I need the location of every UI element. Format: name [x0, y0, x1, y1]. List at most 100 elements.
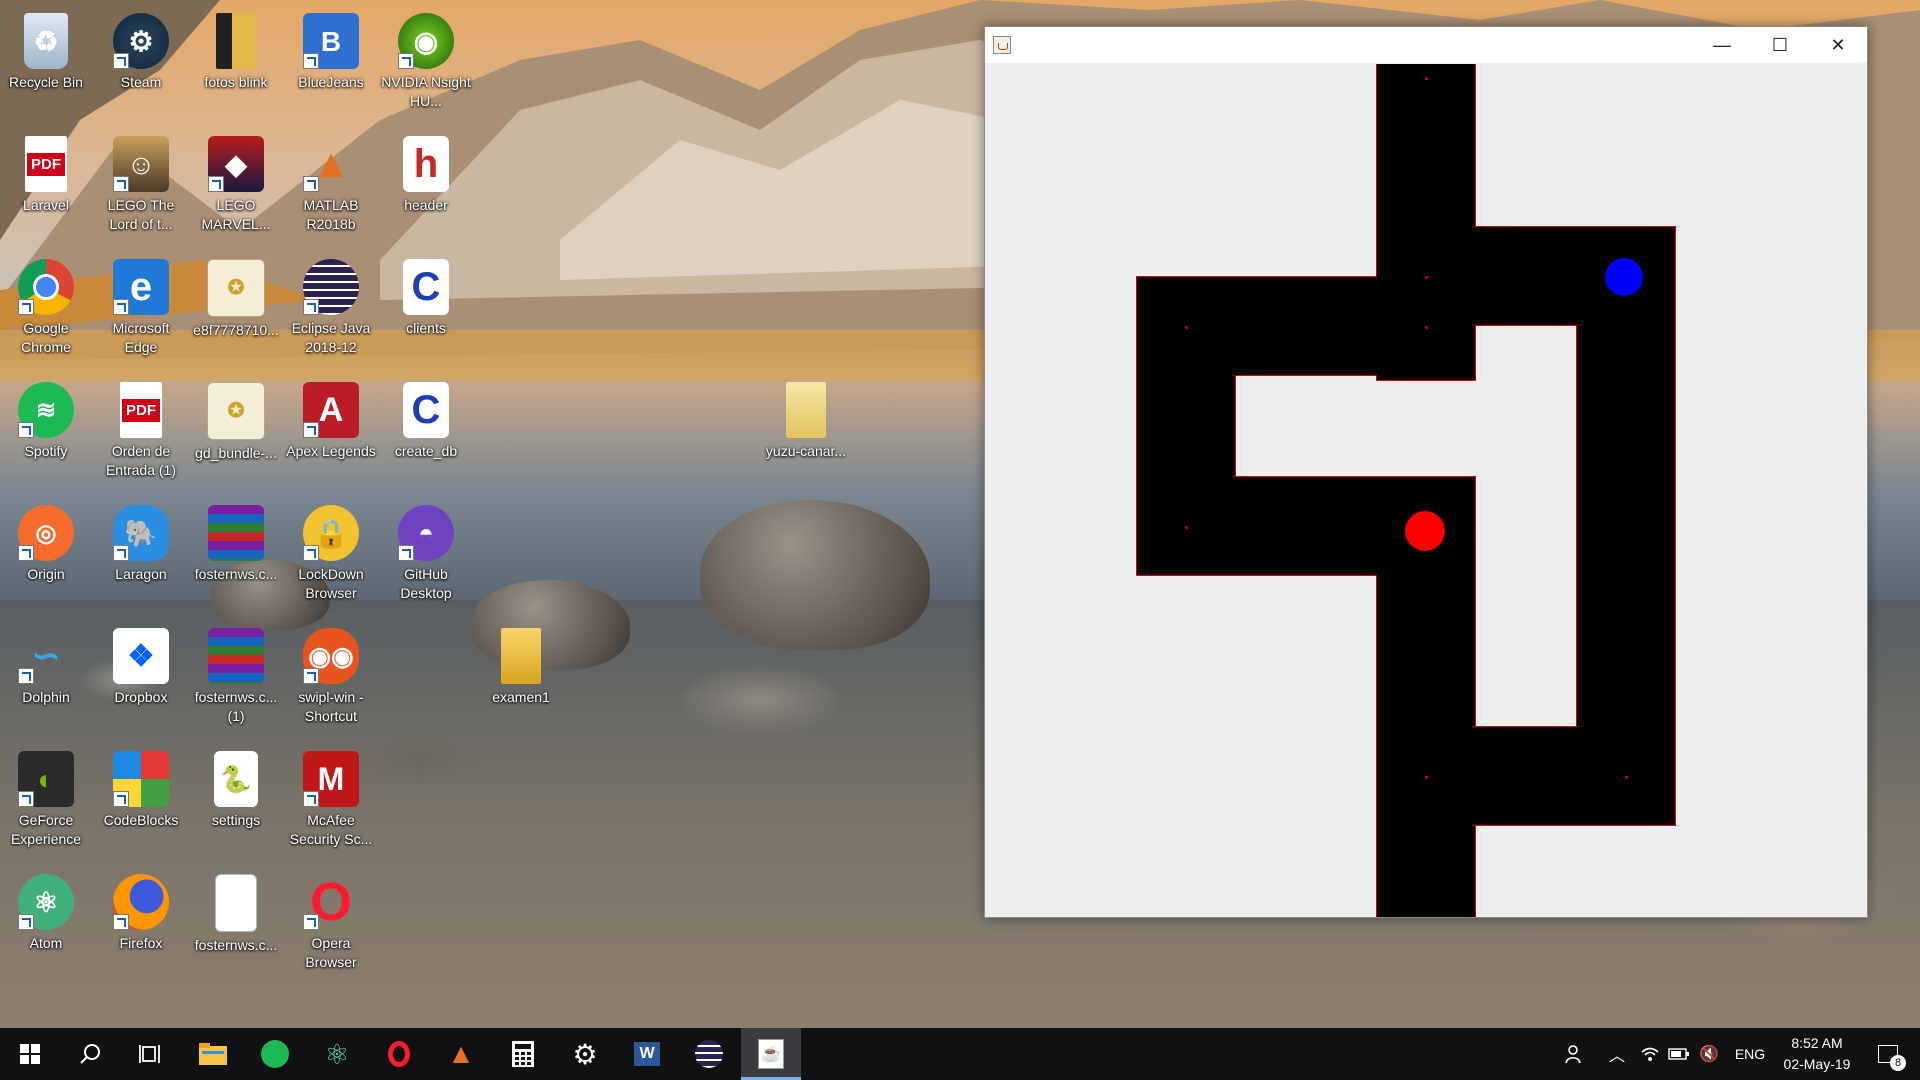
- shortcut-arrow-icon: [398, 545, 414, 561]
- desktop-icon-fosternws-rar[interactable]: fosternws.c...: [191, 497, 281, 615]
- c-file-icon: C: [403, 382, 449, 438]
- desktop-icon-label: settings: [211, 812, 261, 828]
- action-center-button[interactable]: 8: [1866, 1028, 1910, 1080]
- desktop-icon-label: header: [404, 197, 448, 213]
- desktop-icon-codeblocks[interactable]: CodeBlocks: [96, 743, 186, 861]
- shortcut-arrow-icon: [18, 545, 34, 561]
- desktop-icon-gd-bundle[interactable]: ✪ gd_bundle-...: [191, 374, 281, 492]
- desktop-icon-recycle-bin[interactable]: ♻ Recycle Bin: [1, 5, 91, 123]
- volume-button[interactable]: 🔇: [1697, 1028, 1721, 1080]
- desktop-icon-github-desktop[interactable]: ◓ GitHub Desktop: [381, 497, 471, 615]
- taskbar-atom[interactable]: ⚛: [307, 1028, 367, 1080]
- wifi-icon: [1641, 1047, 1659, 1061]
- desktop-icon-certificate-1[interactable]: ✪ e8f7778710...: [191, 251, 281, 369]
- desktop-icon-dropbox[interactable]: ❖ Dropbox: [96, 620, 186, 738]
- desktop-icon-geforce-experience[interactable]: ◐ GeForce Experience: [1, 743, 91, 861]
- desktop-icon-lockdown-browser[interactable]: 🔒 LockDown Browser: [286, 497, 376, 615]
- window-titlebar[interactable]: — ☐ ✕: [985, 27, 1867, 63]
- desktop-icon-yuzu-canary[interactable]: yuzu-canar...: [761, 374, 851, 492]
- desktop-icon-lego-marvel[interactable]: ◆ LEGO MARVEL...: [191, 128, 281, 246]
- desktop-icon-label: Steam: [120, 74, 162, 90]
- taskbar-settings[interactable]: ⚙: [555, 1028, 615, 1080]
- desktop-icon-fotos-blink[interactable]: fotos blink: [191, 5, 281, 123]
- desktop-icon-header[interactable]: h header: [381, 128, 471, 246]
- desktop-icon-label: LockDown Browser: [298, 566, 364, 601]
- desktop-icon-laravel[interactable]: PDF Laravel: [1, 128, 91, 246]
- taskbar-calculator[interactable]: [493, 1028, 553, 1080]
- desktop-icon-chrome[interactable]: Google Chrome: [1, 251, 91, 369]
- desktop-icon-atom[interactable]: ⚛ Atom: [1, 866, 91, 984]
- desktop-icon-mcafee[interactable]: M McAfee Security Sc...: [286, 743, 376, 861]
- desktop-icon-steam[interactable]: ⚙ Steam: [96, 5, 186, 123]
- desktop-icon-examen1[interactable]: examen1: [476, 620, 566, 738]
- desktop-icon-spotify[interactable]: ≋ Spotify: [1, 374, 91, 492]
- java-app-icon[interactable]: [993, 36, 1011, 54]
- folder-icon: [216, 13, 256, 69]
- desktop-icon-dolphin[interactable]: ∽ Dolphin: [1, 620, 91, 738]
- search-icon: [80, 1044, 100, 1064]
- laragon-icon: 🐘: [113, 505, 169, 561]
- shortcut-arrow-icon: [18, 299, 34, 315]
- minimize-icon: —: [1713, 34, 1731, 55]
- taskbar-opera[interactable]: [369, 1028, 429, 1080]
- close-button[interactable]: ✕: [1809, 27, 1867, 63]
- shortcut-arrow-icon: [398, 53, 414, 69]
- java-game-window[interactable]: — ☐ ✕: [984, 26, 1868, 918]
- people-button[interactable]: [1560, 1028, 1590, 1080]
- desktop-icon-label: Google Chrome: [21, 320, 71, 355]
- desktop-icon-settings-py[interactable]: 🐍 settings: [191, 743, 281, 861]
- desktop-icon-lego-lotr[interactable]: ☺ LEGO The Lord of t...: [96, 128, 186, 246]
- desktop-icon-nvidia-nsight[interactable]: ◉ NVIDIA Nsight HU...: [381, 5, 471, 123]
- desktop-icon-apex-legends[interactable]: A Apex Legends: [286, 374, 376, 492]
- desktop-icon-origin[interactable]: ◎ Origin: [1, 497, 91, 615]
- language-indicator[interactable]: ENG: [1730, 1028, 1770, 1080]
- desktop-icon-label: GitHub Desktop: [400, 566, 452, 601]
- desktop-icon-create-db[interactable]: C create_db: [381, 374, 471, 492]
- lego-lotr-icon: ☺: [113, 136, 169, 192]
- desktop-icon-fosternws-file[interactable]: fosternws.c...: [191, 866, 281, 984]
- taskbar-file-explorer[interactable]: [183, 1028, 243, 1080]
- desktop-icon-orden-de-entrada[interactable]: PDF Orden de Entrada (1): [96, 374, 186, 492]
- close-icon: ✕: [1830, 34, 1846, 55]
- taskbar-word[interactable]: W: [617, 1028, 677, 1080]
- desktop-icon-edge[interactable]: e Microsoft Edge: [96, 251, 186, 369]
- desktop-icon-label: Dolphin: [22, 689, 70, 705]
- start-button[interactable]: [0, 1028, 60, 1080]
- shortcut-arrow-icon: [113, 791, 129, 807]
- python-file-icon: 🐍: [214, 751, 258, 807]
- shortcut-arrow-icon: [208, 176, 224, 192]
- minimize-button[interactable]: —: [1693, 27, 1751, 63]
- taskbar-eclipse[interactable]: [679, 1028, 739, 1080]
- waypoint-node: [1625, 776, 1628, 779]
- maze-canvas[interactable]: [985, 64, 1867, 917]
- header-file-icon: h: [403, 136, 449, 192]
- windows-start-icon: [20, 1044, 40, 1064]
- desktop-icon-swipl-win[interactable]: ◉◉ swipl-win - Shortcut: [286, 620, 376, 738]
- search-button[interactable]: [60, 1028, 120, 1080]
- desktop-icon-matlab[interactable]: ▲ MATLAB R2018b: [286, 128, 376, 246]
- taskbar-spotify[interactable]: [245, 1028, 305, 1080]
- desktop-icon-clients[interactable]: C clients: [381, 251, 471, 369]
- waypoint-node: [1425, 776, 1428, 779]
- firefox-icon: [113, 874, 169, 930]
- java-icon: ☕: [758, 1039, 784, 1069]
- desktop-icon-firefox[interactable]: Firefox: [96, 866, 186, 984]
- shortcut-arrow-icon: [303, 668, 319, 684]
- desktop-icon-bluejeans[interactable]: B BlueJeans: [286, 5, 376, 123]
- desktop-icon-opera[interactable]: O Opera Browser: [286, 866, 376, 984]
- desktop-icon-fosternws-rar-1[interactable]: fosternws.c... (1): [191, 620, 281, 738]
- battery-button[interactable]: [1667, 1028, 1691, 1080]
- notification-badge: 8: [1890, 1055, 1906, 1071]
- taskbar-matlab[interactable]: ▲: [431, 1028, 491, 1080]
- clock-button[interactable]: 8:52 AM 02-May-19: [1772, 1033, 1862, 1075]
- maximize-button[interactable]: ☐: [1751, 27, 1809, 63]
- desktop-icon-laragon[interactable]: 🐘 Laragon: [96, 497, 186, 615]
- desktop-icon-eclipse[interactable]: Eclipse Java 2018-12: [286, 251, 376, 369]
- eclipse-icon: [695, 1040, 723, 1068]
- matlab-icon: ▲: [447, 1038, 475, 1069]
- network-button[interactable]: [1638, 1028, 1662, 1080]
- show-hidden-icons-button[interactable]: ︿: [1605, 1028, 1629, 1080]
- taskbar-java[interactable]: ☕: [741, 1028, 801, 1080]
- desktop-icon-label: e8f7778710...: [193, 322, 279, 338]
- task-view-button[interactable]: [120, 1028, 180, 1080]
